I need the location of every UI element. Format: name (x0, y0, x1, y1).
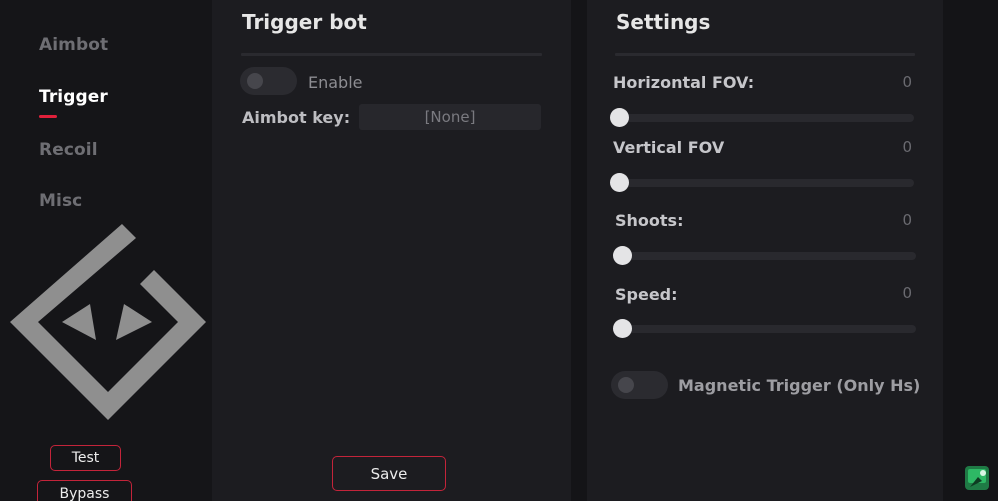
horizontal-fov-thumb[interactable] (610, 108, 629, 127)
toggle-knob (247, 73, 263, 89)
settings-divider (615, 53, 915, 56)
enable-label: Enable (308, 73, 363, 92)
enable-toggle[interactable] (240, 67, 297, 95)
shoots-value: 0 (902, 211, 912, 229)
speed-thumb[interactable] (613, 319, 632, 338)
trigger-panel-title: Trigger bot (242, 10, 367, 34)
bypass-button[interactable]: Bypass (37, 480, 132, 501)
speed-value: 0 (902, 284, 912, 302)
horizontal-fov-slider[interactable] (614, 114, 914, 122)
trigger-divider (241, 53, 542, 56)
sidebar-item-aimbot[interactable]: Aimbot (39, 35, 108, 55)
logo-icon (10, 224, 206, 420)
horizontal-fov-label: Horizontal FOV: (613, 73, 755, 92)
speed-slider[interactable] (616, 325, 916, 333)
speed-label: Speed: (615, 285, 678, 304)
vertical-fov-value: 0 (902, 138, 912, 156)
aimbot-key-field[interactable]: [None] (359, 104, 541, 130)
active-tab-indicator (39, 115, 57, 118)
sidebar-item-recoil[interactable]: Recoil (39, 140, 98, 160)
magnetic-trigger-toggle[interactable] (611, 371, 668, 399)
horizontal-fov-value: 0 (902, 73, 912, 91)
sidebar-item-misc[interactable]: Misc (39, 191, 82, 211)
aimbot-key-label: Aimbot key: (242, 108, 351, 127)
vertical-fov-thumb[interactable] (610, 173, 629, 192)
app-window: Aimbot Trigger Recoil Misc Test Bypass T… (0, 0, 998, 501)
magnetic-trigger-label: Magnetic Trigger (Only Hs) (678, 376, 921, 395)
sidebar-item-trigger[interactable]: Trigger (39, 87, 108, 107)
test-button[interactable]: Test (50, 445, 121, 471)
shoots-thumb[interactable] (613, 246, 632, 265)
shoots-label: Shoots: (615, 211, 684, 230)
sidebar: Aimbot Trigger Recoil Misc Test Bypass (0, 0, 212, 501)
settings-panel-title: Settings (616, 10, 711, 34)
vertical-fov-label: Vertical FOV (613, 138, 725, 157)
toggle-knob (618, 377, 634, 393)
vertical-fov-slider[interactable] (614, 179, 914, 187)
tray-app-icon[interactable] (964, 465, 990, 491)
shoots-slider[interactable] (616, 252, 916, 260)
save-button[interactable]: Save (332, 456, 446, 491)
